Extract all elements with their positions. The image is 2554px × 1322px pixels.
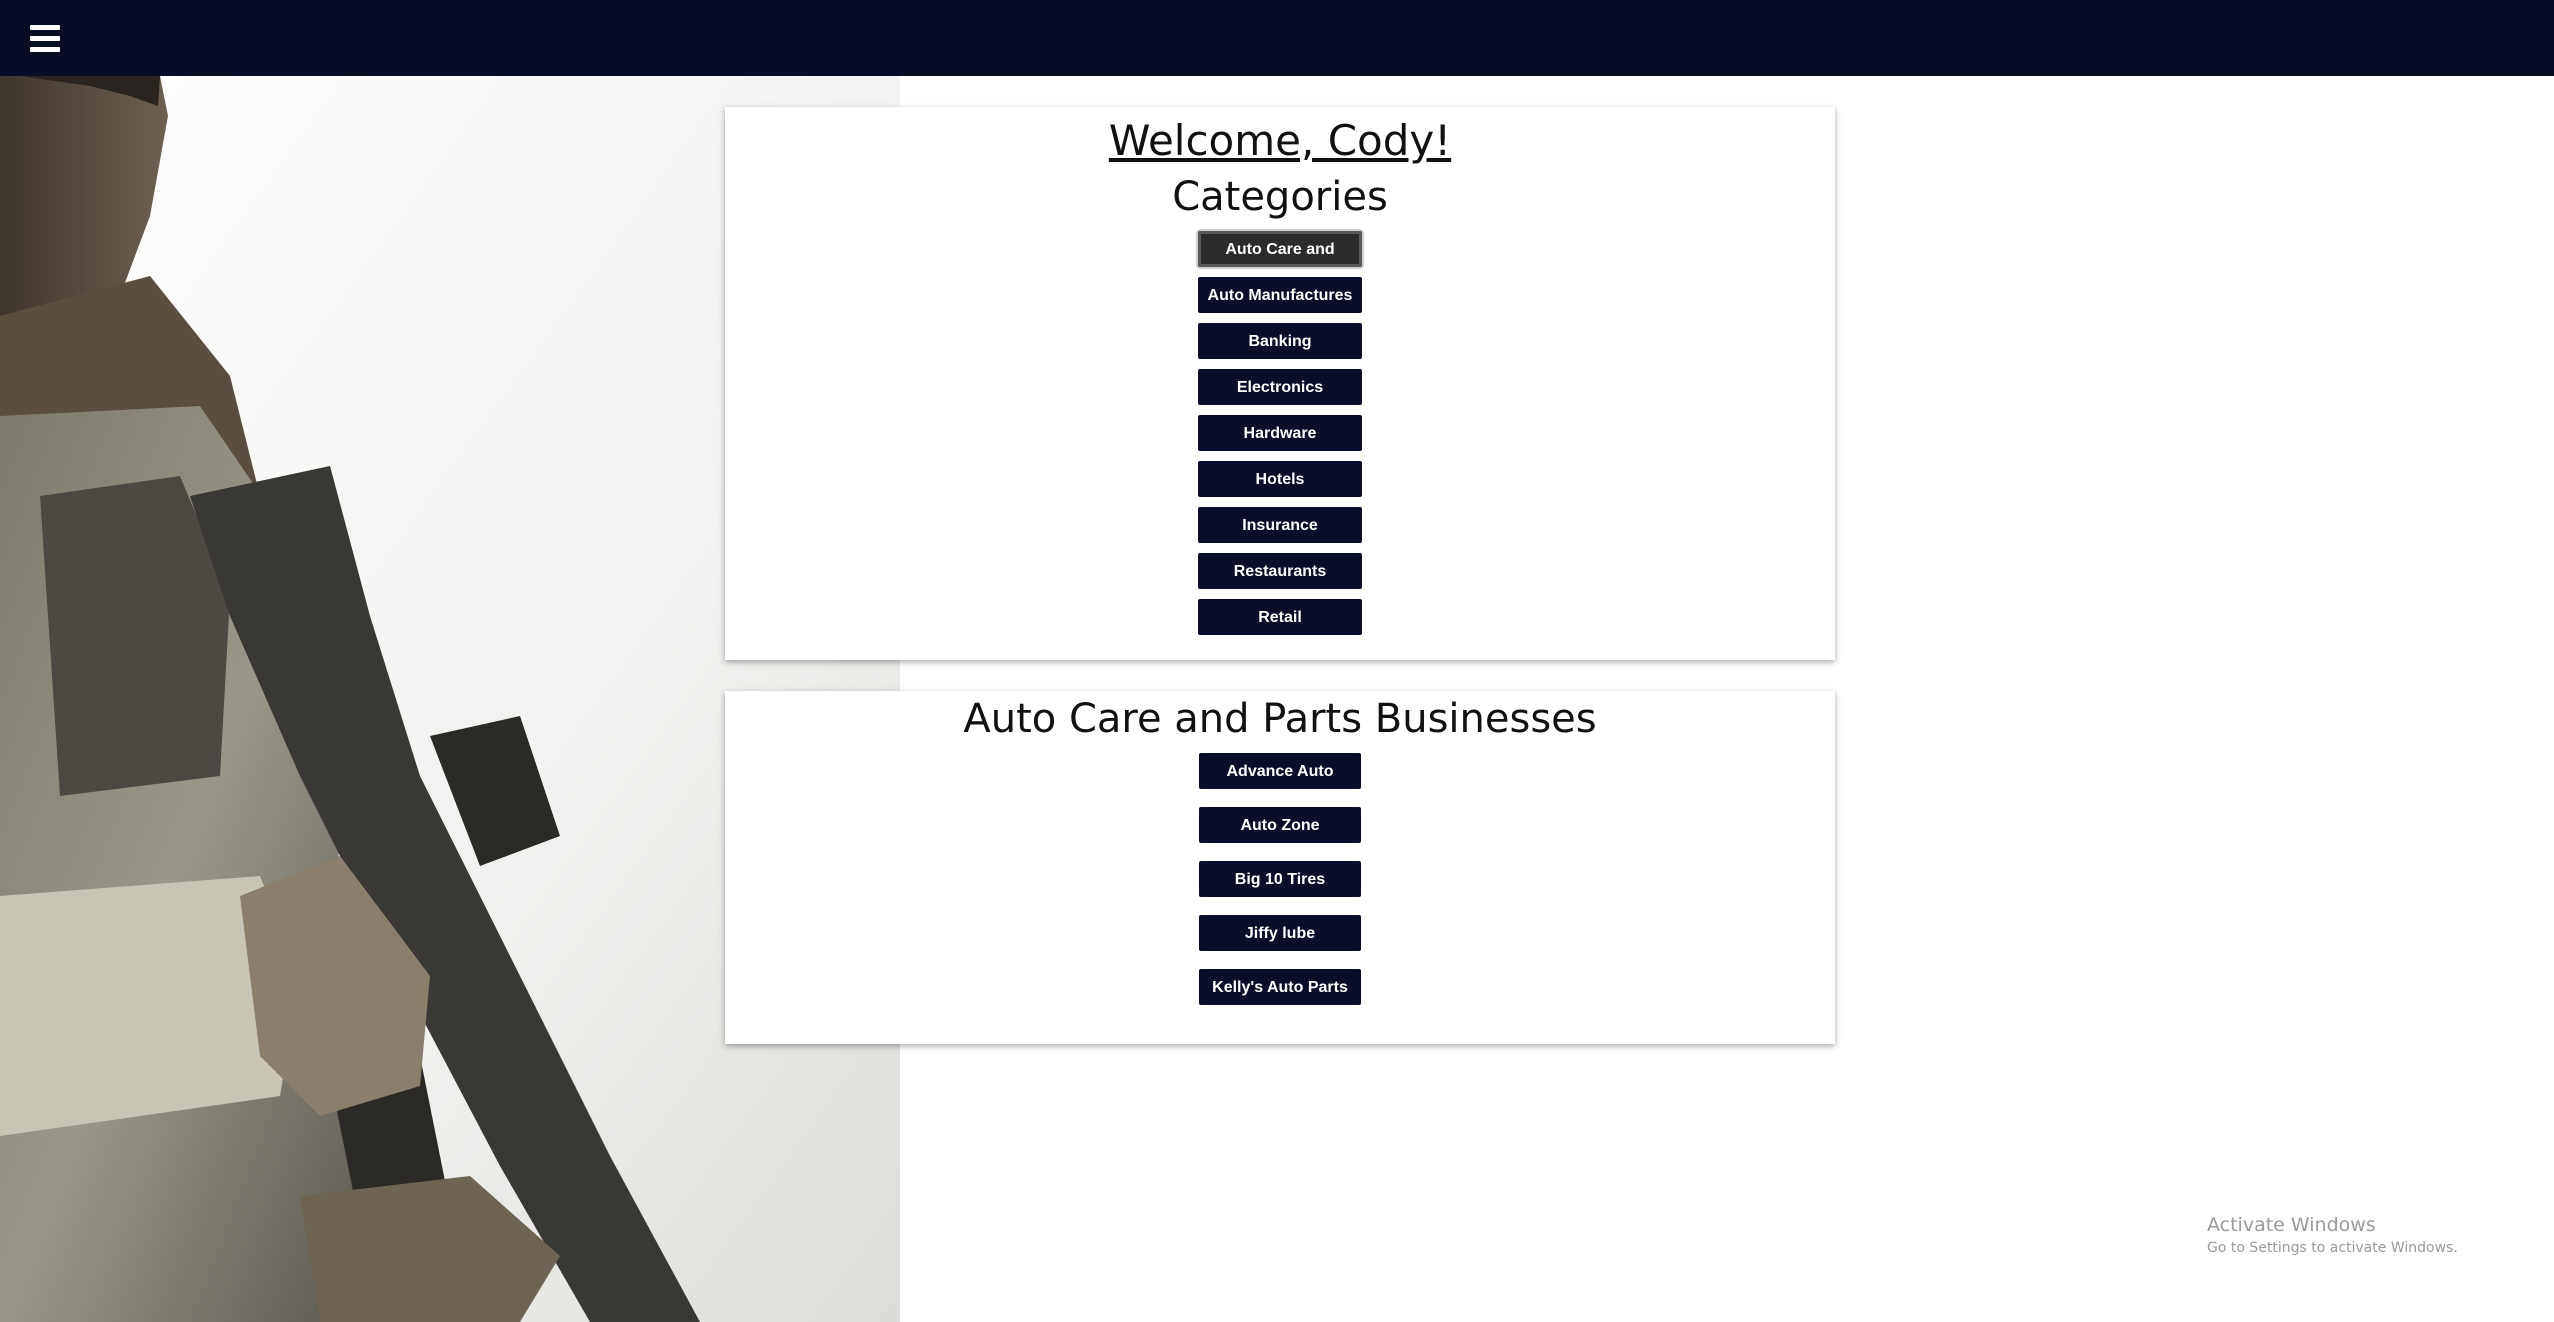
activate-windows-watermark: Activate Windows Go to Settings to activ…: [2207, 1212, 2458, 1258]
category-button-restaurants[interactable]: Restaurants: [1198, 553, 1362, 589]
category-button-retail[interactable]: Retail: [1198, 599, 1362, 635]
category-button-auto-care-and-parts[interactable]: Auto Care and Parts: [1198, 231, 1362, 288]
business-button-auto-zone[interactable]: Auto Zone: [1199, 807, 1361, 843]
businesses-card: Auto Care and Parts Businesses Advance A…: [725, 691, 1835, 1044]
businesses-title: Auto Care and Parts Businesses: [963, 696, 1597, 742]
business-button-kellys-auto-parts[interactable]: Kelly's Auto Parts: [1199, 969, 1361, 1005]
watermark-subtitle: Go to Settings to activate Windows.: [2207, 1240, 2458, 1256]
business-button-advance-auto-parts[interactable]: Advance Auto Parts: [1199, 753, 1361, 816]
category-button-banking[interactable]: Banking: [1198, 323, 1362, 359]
business-list: Advance Auto Parts Auto Zone Big 10 Tire…: [725, 753, 1835, 1023]
category-button-auto-manufactures[interactable]: Auto Manufactures: [1198, 277, 1362, 313]
category-button-insurance[interactable]: Insurance: [1198, 507, 1362, 543]
categories-title: Categories: [1172, 174, 1388, 220]
category-list: Auto Care and Parts Auto Manufactures Ba…: [725, 231, 1835, 645]
hamburger-menu-icon[interactable]: [30, 25, 64, 53]
category-button-hardware[interactable]: Hardware: [1198, 415, 1362, 451]
business-button-jiffy-lube[interactable]: Jiffy lube: [1199, 915, 1361, 951]
top-nav-bar: [0, 0, 2554, 76]
watermark-title: Activate Windows: [2207, 1214, 2376, 1236]
business-button-big-10-tires[interactable]: Big 10 Tires: [1199, 861, 1361, 897]
welcome-heading: Welcome, Cody!: [1108, 116, 1452, 165]
categories-card: Welcome, Cody! Categories Auto Care and …: [725, 107, 1835, 660]
category-button-hotels[interactable]: Hotels: [1198, 461, 1362, 497]
category-button-electronics[interactable]: Electronics: [1198, 369, 1362, 405]
